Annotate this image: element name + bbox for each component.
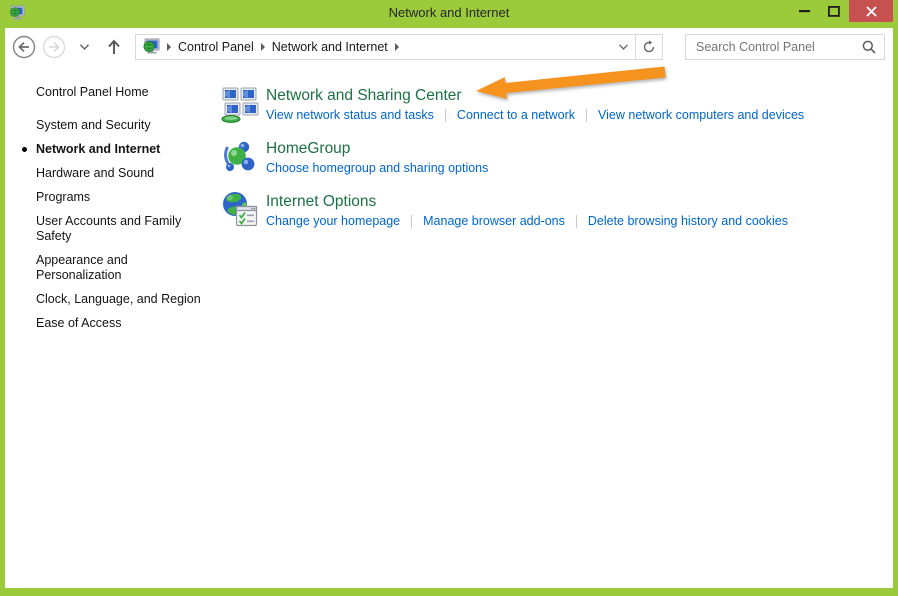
sidebar-item-programs[interactable]: Programs xyxy=(36,190,211,205)
recent-pages-dropdown[interactable] xyxy=(71,34,97,60)
section-links: Choose homegroup and sharing options xyxy=(266,161,488,175)
search-icon xyxy=(862,40,876,54)
breadcrumb: Control Panel Network and Internet xyxy=(164,40,402,54)
section-homegroup: HomeGroup Choose homegroup and sharing o… xyxy=(221,138,893,178)
search-box[interactable] xyxy=(685,34,885,60)
link-delete-history[interactable]: Delete browsing history and cookies xyxy=(588,214,788,228)
link-connect-to-network[interactable]: Connect to a network xyxy=(457,108,575,122)
page-body: Control Panel Home System and Security N… xyxy=(5,65,893,340)
control-panel-icon xyxy=(142,38,162,55)
section-title-homegroup[interactable]: HomeGroup xyxy=(266,139,488,158)
section-links: Change your homepage Manage browser add-… xyxy=(266,214,788,228)
navigation-toolbar: Control Panel Network and Internet xyxy=(5,28,893,65)
homegroup-icon xyxy=(221,138,259,178)
address-dropdown-button[interactable] xyxy=(611,35,635,59)
sidebar-item-hardware-and-sound[interactable]: Hardware and Sound xyxy=(36,166,211,181)
link-view-network-status[interactable]: View network status and tasks xyxy=(266,108,434,122)
up-button[interactable] xyxy=(101,34,127,60)
section-title-network-sharing-center[interactable]: Network and Sharing Center xyxy=(266,86,804,105)
sidebar-item-clock-language-region[interactable]: Clock, Language, and Region xyxy=(36,292,211,307)
link-choose-homegroup-options[interactable]: Choose homegroup and sharing options xyxy=(266,161,488,175)
sidebar-item-user-accounts[interactable]: User Accounts and Family Safety xyxy=(36,214,211,244)
link-separator xyxy=(445,109,446,122)
link-separator xyxy=(586,109,587,122)
maximize-button[interactable] xyxy=(819,0,849,22)
refresh-button[interactable] xyxy=(635,34,663,60)
titlebar: Network and Internet xyxy=(0,0,898,28)
breadcrumb-item-network-and-internet[interactable]: Network and Internet xyxy=(268,40,392,54)
section-title-internet-options[interactable]: Internet Options xyxy=(266,192,788,211)
sidebar-item-network-and-internet[interactable]: Network and Internet xyxy=(36,142,211,157)
internet-options-icon xyxy=(221,191,259,231)
close-button[interactable] xyxy=(849,0,893,22)
sidebar-item-system-and-security[interactable]: System and Security xyxy=(36,118,211,133)
network-and-internet-window: { "window": { "title": "Network and Inte… xyxy=(0,0,898,596)
link-view-network-computers[interactable]: View network computers and devices xyxy=(598,108,804,122)
minimize-button[interactable] xyxy=(789,0,819,22)
main-content: Network and Sharing Center View network … xyxy=(221,65,893,340)
section-internet-options: Internet Options Change your homepage Ma… xyxy=(221,191,893,231)
sidebar-item-ease-of-access[interactable]: Ease of Access xyxy=(36,316,211,331)
sidebar-item-control-panel-home[interactable]: Control Panel Home xyxy=(36,85,211,100)
sidebar: Control Panel Home System and Security N… xyxy=(5,65,221,340)
sidebar-item-appearance[interactable]: Appearance and Personalization xyxy=(36,253,211,283)
breadcrumb-chevron-icon[interactable] xyxy=(261,43,265,51)
breadcrumb-chevron-icon xyxy=(167,43,171,51)
search-input[interactable] xyxy=(694,39,862,55)
link-separator xyxy=(411,215,412,228)
breadcrumb-item-control-panel[interactable]: Control Panel xyxy=(174,40,258,54)
window-controls xyxy=(789,0,893,22)
address-bar[interactable]: Control Panel Network and Internet xyxy=(135,34,663,60)
link-separator xyxy=(576,215,577,228)
network-sharing-center-icon xyxy=(221,85,259,125)
forward-button[interactable] xyxy=(41,34,67,60)
link-manage-addons[interactable]: Manage browser add-ons xyxy=(423,214,565,228)
breadcrumb-chevron-icon[interactable] xyxy=(395,43,399,51)
link-change-homepage[interactable]: Change your homepage xyxy=(266,214,400,228)
window-title: Network and Internet xyxy=(0,5,898,20)
back-button[interactable] xyxy=(11,34,37,60)
section-links: View network status and tasks Connect to… xyxy=(266,108,804,122)
client-area: Control Panel Network and Internet xyxy=(5,28,893,588)
section-network-sharing-center: Network and Sharing Center View network … xyxy=(221,85,893,125)
